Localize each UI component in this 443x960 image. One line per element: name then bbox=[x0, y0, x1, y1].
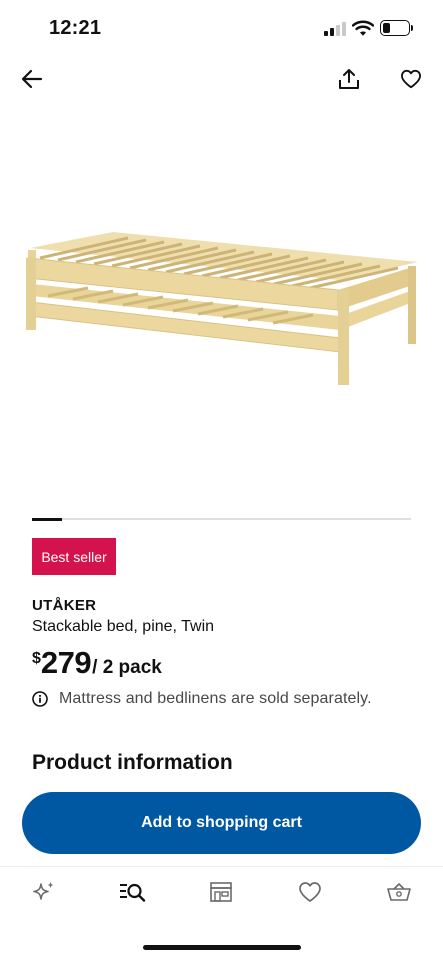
status-bar: 12:21 bbox=[0, 0, 443, 52]
mattress-notice: Mattress and bedlinens are sold separate… bbox=[32, 690, 372, 708]
carousel-active-thumb bbox=[32, 517, 63, 521]
share-button[interactable] bbox=[332, 62, 366, 96]
cellular-signal-icon bbox=[324, 22, 346, 36]
tab-stores[interactable] bbox=[204, 877, 238, 907]
tab-basket[interactable] bbox=[382, 877, 416, 907]
product-name: UTÅKER bbox=[32, 597, 97, 614]
heart-icon bbox=[400, 69, 421, 89]
best-seller-badge: Best seller bbox=[32, 538, 116, 575]
wifi-icon bbox=[352, 20, 374, 36]
stackable-bed-image[interactable] bbox=[18, 210, 425, 400]
heart-icon bbox=[299, 882, 321, 902]
add-to-cart-button[interactable]: Add to shopping cart bbox=[22, 792, 421, 854]
battery-icon bbox=[380, 20, 413, 36]
price-currency: $ bbox=[32, 650, 41, 667]
product-description: Stackable bed, pine, Twin bbox=[32, 618, 215, 635]
store-icon bbox=[210, 882, 232, 902]
sparkle-icon bbox=[33, 882, 54, 900]
home-indicator[interactable] bbox=[143, 945, 301, 950]
back-button[interactable] bbox=[15, 62, 49, 96]
search-list-icon bbox=[120, 883, 146, 902]
favorite-button[interactable] bbox=[394, 62, 428, 96]
image-carousel-indicator[interactable] bbox=[32, 517, 411, 521]
price-unit: / 2 pack bbox=[92, 657, 162, 678]
product-page-screen: 12:21 Best seller UTÅKER Stackable bed, … bbox=[0, 0, 443, 960]
info-icon bbox=[32, 691, 48, 707]
battery-level bbox=[383, 23, 390, 33]
share-icon bbox=[339, 69, 359, 89]
product-price: $ 279 / 2 pack bbox=[32, 646, 162, 680]
tab-favorites[interactable] bbox=[293, 877, 327, 907]
back-arrow-icon bbox=[21, 69, 43, 89]
tab-bar-divider bbox=[0, 866, 443, 867]
tab-inspiration[interactable] bbox=[27, 877, 61, 907]
notice-text: Mattress and bedlinens are sold separate… bbox=[59, 690, 372, 707]
price-amount: 279 bbox=[40, 645, 92, 680]
tab-search[interactable] bbox=[115, 877, 149, 907]
status-time: 12:21 bbox=[49, 17, 102, 39]
basket-icon bbox=[387, 883, 411, 901]
product-information-heading[interactable]: Product information bbox=[32, 751, 233, 775]
